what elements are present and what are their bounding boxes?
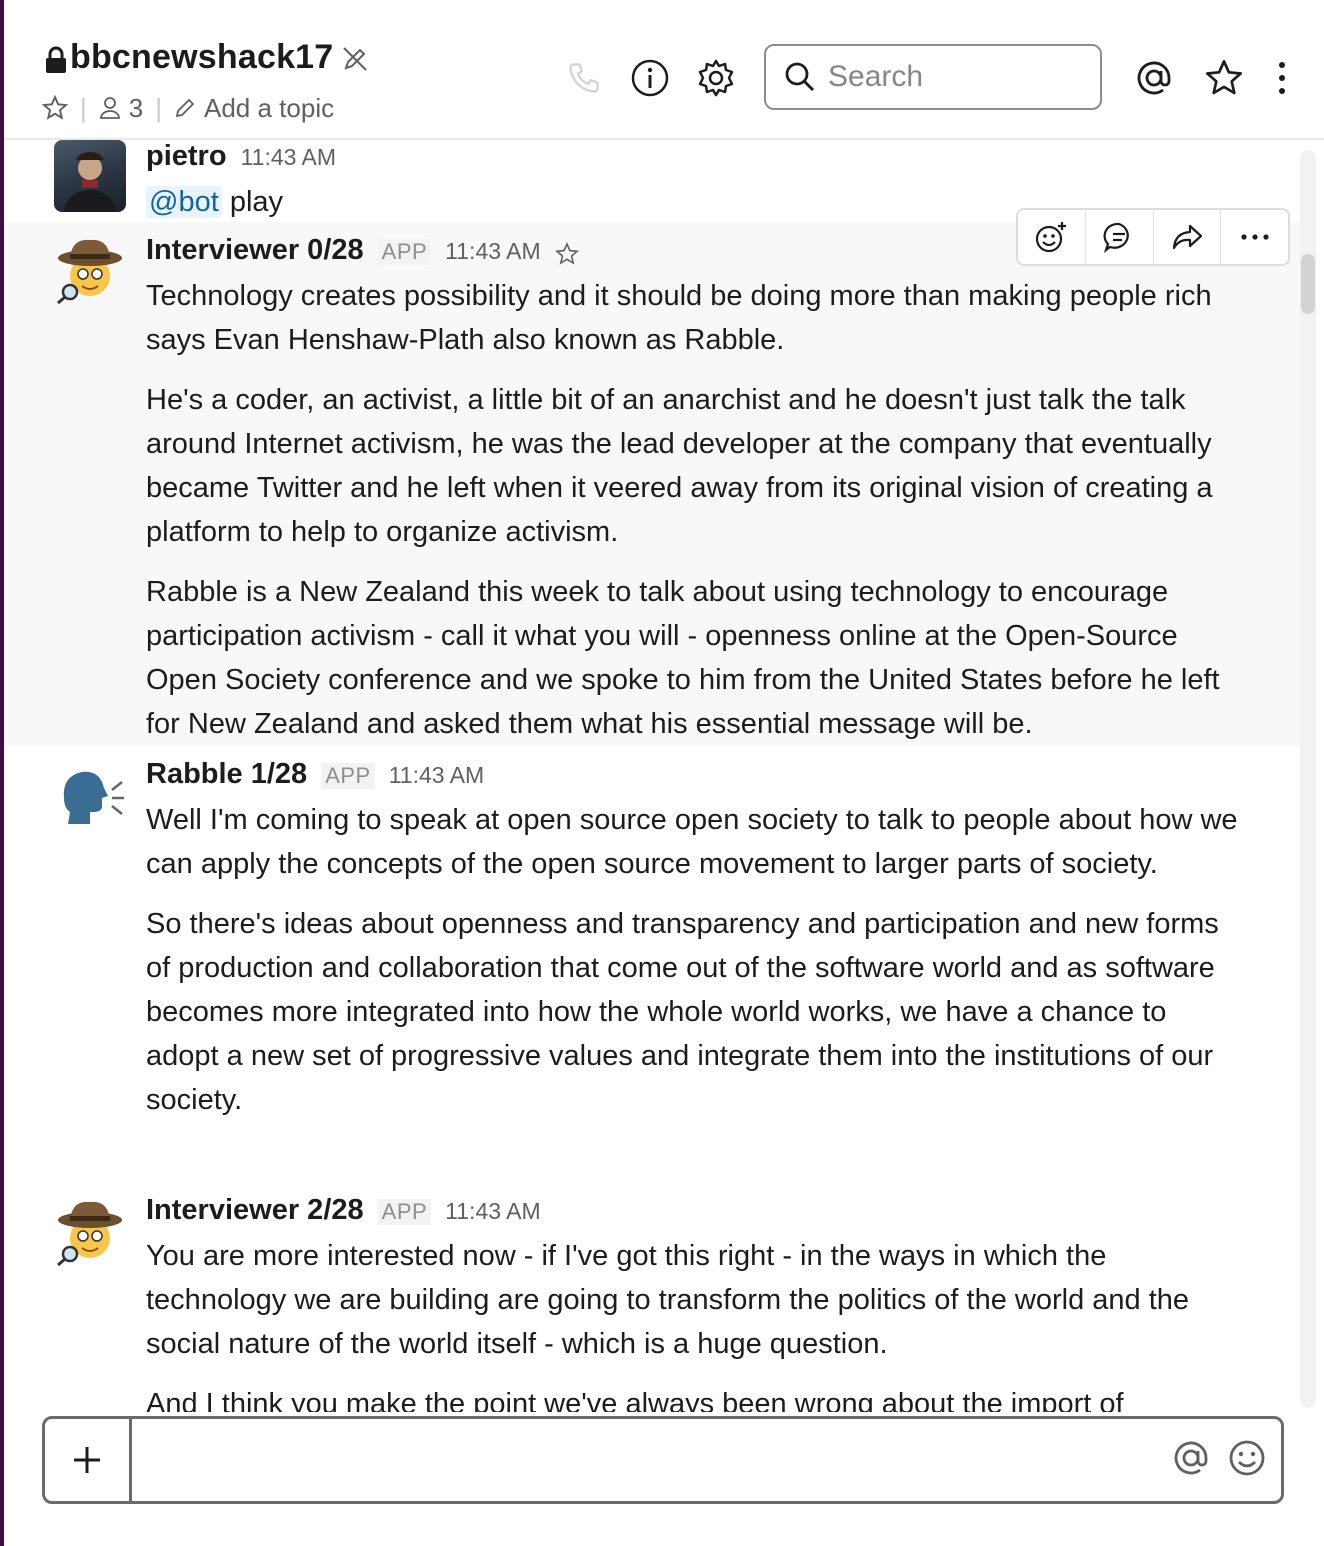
avatar[interactable] — [54, 232, 126, 305]
app-badge: APP — [321, 763, 375, 789]
share-icon — [1172, 224, 1202, 250]
avatar[interactable] — [54, 1194, 126, 1267]
emoji-button[interactable] — [1227, 1438, 1267, 1483]
message-input[interactable] — [132, 1419, 1171, 1501]
speaking-head-icon — [63, 771, 124, 824]
add-reaction-button[interactable] — [1018, 210, 1086, 264]
avatar[interactable] — [54, 758, 126, 830]
pencil-icon — [175, 98, 195, 118]
message-composer — [42, 1416, 1284, 1504]
star-icon — [42, 95, 68, 120]
message-timestamp[interactable]: 11:43 AM — [445, 1198, 540, 1225]
pencil-slash-icon[interactable] — [340, 44, 370, 79]
message-author[interactable]: Interviewer 2/28 — [146, 1194, 364, 1227]
message-item[interactable]: Interviewer 0/28 APP 11:43 AM Technology… — [4, 222, 1300, 746]
at-icon — [1137, 61, 1171, 95]
add-topic-button[interactable]: Add a topic — [174, 93, 334, 124]
star-icon[interactable] — [554, 242, 579, 266]
at-icon — [1174, 1441, 1208, 1474]
app-badge: APP — [377, 239, 432, 265]
gear-icon — [698, 59, 734, 97]
message-text: He's a coder, an activist, a little bit … — [146, 384, 1213, 548]
search-box[interactable] — [764, 44, 1102, 110]
message-text: You are more interested now - if I've go… — [146, 1240, 1190, 1360]
call-button[interactable] — [558, 52, 610, 104]
message-text: Technology creates possibility and it sh… — [146, 280, 1212, 356]
kebab-icon — [1279, 62, 1285, 94]
thread-icon — [1103, 222, 1129, 253]
message-list: pietro 11:43 AM @bot play Interviewer 0/… — [4, 140, 1300, 1412]
message-text: So there's ideas about openness and tran… — [146, 908, 1219, 1116]
divider: | — [155, 92, 162, 123]
message-text: Rabble is a New Zealand this week to tal… — [146, 576, 1220, 740]
share-message-button[interactable] — [1154, 210, 1222, 264]
mention-button[interactable] — [1171, 1438, 1211, 1483]
star-channel-button[interactable] — [42, 95, 68, 121]
info-icon — [631, 59, 669, 97]
person-icon — [99, 97, 120, 119]
message-item[interactable]: Rabble 1/28 APP 11:43 AM Well I'm coming… — [4, 746, 1300, 1164]
message-timestamp[interactable]: 11:43 AM — [445, 238, 540, 265]
channel-meta: | 3 | Add a topic — [42, 90, 334, 126]
channel-header: bbcnewshack17 | 3 | Add a topic — [4, 0, 1324, 140]
message-timestamp[interactable]: 11:43 AM — [241, 144, 336, 171]
message-text: play — [229, 186, 284, 218]
lock-icon — [44, 46, 68, 79]
scrollbar-track[interactable] — [1300, 150, 1316, 1408]
starred-items-button[interactable] — [1198, 52, 1250, 104]
avatar[interactable] — [54, 140, 126, 212]
member-count-button[interactable]: 3 — [99, 93, 143, 124]
member-count: 3 — [128, 92, 144, 123]
channel-info-button[interactable] — [624, 52, 676, 104]
message-timestamp[interactable]: 11:43 AM — [389, 762, 484, 789]
more-actions-button[interactable] — [1221, 210, 1288, 264]
user-mention[interactable]: @bot — [146, 186, 222, 218]
message-item[interactable]: Interviewer 2/28 APP 11:43 AM You are mo… — [4, 1164, 1300, 1412]
mentions-button[interactable] — [1128, 52, 1180, 104]
composer-icons — [1171, 1419, 1281, 1501]
emoji-icon — [1229, 1440, 1265, 1475]
search-icon — [785, 62, 814, 91]
message-author[interactable]: pietro — [146, 140, 227, 173]
channel-settings-button[interactable] — [690, 52, 742, 104]
message-author[interactable]: Interviewer 0/28 — [146, 234, 364, 267]
attach-button[interactable] — [45, 1419, 132, 1501]
more-options-button[interactable] — [1256, 52, 1308, 104]
star-icon — [1206, 60, 1242, 95]
message-text: And I think you make the point we've alw… — [146, 1388, 1124, 1412]
scrollbar-thumb[interactable] — [1301, 254, 1315, 314]
detective-avatar-icon — [57, 1201, 122, 1267]
add-reaction-icon — [1036, 222, 1067, 253]
ellipsis-icon — [1241, 234, 1269, 240]
start-thread-button[interactable] — [1086, 210, 1154, 264]
app-badge: APP — [377, 1199, 432, 1225]
detective-avatar-icon — [57, 239, 122, 305]
message-actions — [1016, 208, 1290, 266]
divider: | — [80, 92, 87, 123]
search-input[interactable] — [826, 59, 1090, 95]
channel-name[interactable]: bbcnewshack17 — [70, 38, 333, 77]
message-author[interactable]: Rabble 1/28 — [146, 758, 307, 791]
plus-icon — [74, 1447, 100, 1473]
phone-icon — [569, 63, 599, 93]
add-topic-label: Add a topic — [204, 92, 335, 123]
message-text: Well I'm coming to speak at open source … — [146, 804, 1238, 880]
